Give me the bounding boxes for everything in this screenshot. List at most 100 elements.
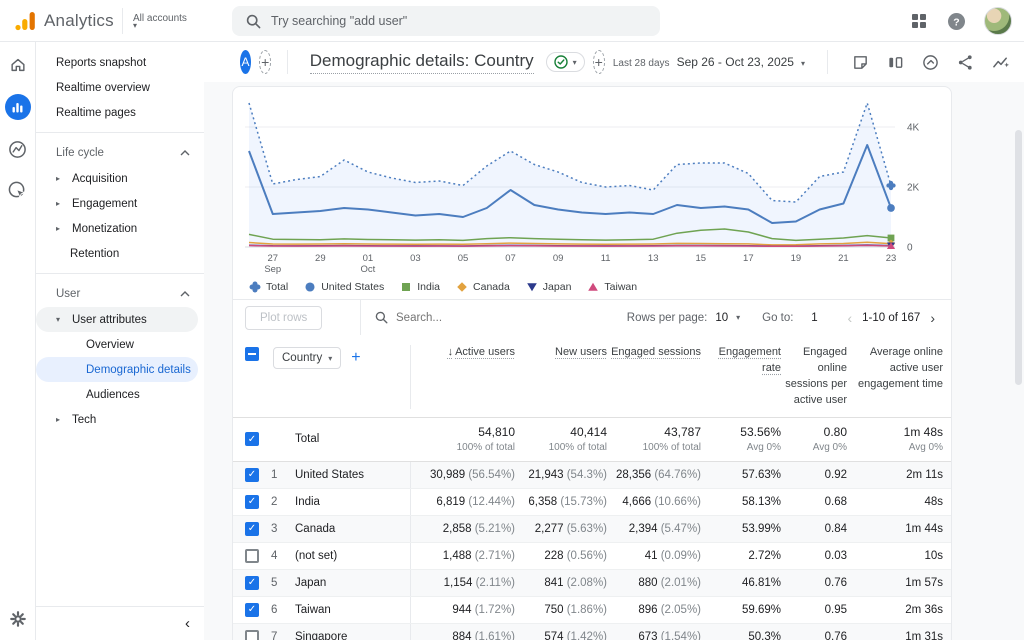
table-search-input[interactable] bbox=[396, 312, 526, 324]
sidebar-item-monetization[interactable]: ▸Monetization bbox=[36, 216, 204, 241]
row-checkbox[interactable] bbox=[245, 630, 259, 640]
pagination-range: 1-10 of 167 bbox=[862, 312, 920, 324]
date-range-picker[interactable]: Last 28 days Sep 26 - Oct 23, 2025 ▾ bbox=[613, 55, 805, 69]
metric-cell: 21,943 (54.3%) bbox=[517, 469, 609, 481]
sidebar-section-life-cycle[interactable]: Life cycle bbox=[36, 140, 204, 166]
legend-item-total[interactable]: Total bbox=[249, 281, 288, 293]
share-icon[interactable] bbox=[955, 52, 976, 73]
chevron-up-icon bbox=[180, 291, 190, 297]
sidebar-section-user[interactable]: User bbox=[36, 281, 204, 307]
sidebar-item-engagement[interactable]: ▸Engagement bbox=[36, 191, 204, 216]
table-row-singapore: 7Singapore884 (1.61%)574 (1.42%)673 (1.5… bbox=[233, 624, 951, 640]
legend-item-united-states[interactable]: United States bbox=[304, 281, 384, 293]
collapse-sidenav-button[interactable]: ‹ bbox=[185, 615, 190, 632]
x-axis-tick: 29 bbox=[315, 253, 326, 264]
admin-gear-icon[interactable] bbox=[7, 608, 29, 630]
triangle-down-marker bbox=[527, 283, 537, 291]
chevron-down-icon[interactable]: ▾ bbox=[736, 313, 740, 322]
sidebar-item-reports-snapshot[interactable]: Reports snapshot bbox=[36, 50, 204, 75]
legend-item-japan[interactable]: Japan bbox=[526, 281, 572, 293]
x-axis-tick: 01 bbox=[363, 253, 374, 264]
column-header-new-users[interactable]: New users bbox=[555, 346, 607, 358]
insights-icon[interactable] bbox=[990, 52, 1012, 73]
sidebar-item-overview[interactable]: Overview bbox=[36, 332, 204, 357]
metric-cell: 2.72% bbox=[703, 550, 783, 562]
y-axis-tick: 4K bbox=[907, 123, 920, 134]
row-checkbox[interactable]: ✓ bbox=[245, 603, 259, 617]
sidebar-item-acquisition[interactable]: ▸Acquisition bbox=[36, 166, 204, 191]
sidebar-item-retention[interactable]: Retention bbox=[36, 241, 204, 266]
goto-page-input[interactable] bbox=[801, 312, 827, 324]
clover-marker bbox=[250, 282, 261, 293]
legend-item-india[interactable]: India bbox=[400, 281, 440, 293]
chevron-down-icon: ▾ bbox=[801, 59, 805, 68]
sidebar-item-realtime-pages[interactable]: Realtime pages bbox=[36, 100, 204, 125]
row-checkbox[interactable]: ✓ bbox=[245, 468, 259, 482]
add-comparison-button[interactable]: + bbox=[259, 50, 271, 74]
metric-cell: 28,356 (64.76%) bbox=[609, 469, 703, 481]
row-rank: 5 bbox=[271, 577, 295, 589]
column-header-engaged-sessions[interactable]: Engaged sessions bbox=[611, 346, 701, 358]
legend-item-canada[interactable]: Canada bbox=[456, 281, 510, 293]
sidebar-item-tech[interactable]: ▸Tech bbox=[36, 407, 204, 432]
dimension-dropdown[interactable]: Country ▾ bbox=[273, 347, 341, 369]
column-header-engagement-rate[interactable]: Engagement rate bbox=[719, 346, 781, 374]
column-header-cell: Average online active user engagement ti… bbox=[849, 345, 945, 393]
sidebar-item-audiences[interactable]: Audiences bbox=[36, 382, 204, 407]
previous-page-icon[interactable]: ‹ bbox=[845, 310, 854, 326]
row-rank: 2 bbox=[271, 496, 295, 508]
next-page-icon[interactable]: › bbox=[928, 310, 937, 326]
triangle-up-icon bbox=[587, 281, 599, 293]
explore-icon[interactable] bbox=[6, 138, 29, 161]
total-value: 1m 48s bbox=[849, 425, 943, 439]
line-chart-svg[interactable]: 02K4K27Sep2901Oct0305070911131517192123 bbox=[245, 97, 939, 277]
x-axis-tick: 13 bbox=[648, 253, 659, 264]
column-header-cell: ↓Active users bbox=[411, 345, 517, 361]
sidebar-item-user-attributes[interactable]: ▾User attributes bbox=[36, 307, 198, 332]
help-icon[interactable]: ? bbox=[945, 10, 968, 33]
sidebar-item-demographic-details[interactable]: Demographic details bbox=[36, 357, 198, 382]
plot-rows-button[interactable]: Plot rows bbox=[245, 306, 322, 330]
add-report-tab-button[interactable]: + bbox=[593, 50, 605, 74]
report-status-badge[interactable]: ▾ bbox=[546, 52, 585, 72]
property-avatar[interactable]: A bbox=[240, 50, 251, 74]
report-title[interactable]: Demographic details: Country bbox=[310, 51, 534, 74]
row-checkbox[interactable]: ✓ bbox=[245, 495, 259, 509]
apps-grid-icon[interactable] bbox=[909, 11, 929, 31]
column-header-cell: New users bbox=[517, 345, 609, 361]
column-header-cell: Engaged sessions bbox=[609, 345, 703, 361]
column-header-active-users[interactable]: ↓Active users bbox=[448, 346, 515, 358]
search-placeholder: Try searching "add user" bbox=[271, 14, 407, 28]
global-search-input[interactable]: Try searching "add user" bbox=[232, 6, 660, 36]
circle-icon bbox=[304, 281, 316, 293]
row-checkbox[interactable]: ✓ bbox=[245, 522, 259, 536]
row-checkbox[interactable] bbox=[245, 549, 259, 563]
total-cell: 1m 48sAvg 0% bbox=[849, 425, 945, 453]
vertical-scrollbar[interactable] bbox=[1015, 130, 1022, 385]
sidebar-item-realtime-overview[interactable]: Realtime overview bbox=[36, 75, 204, 100]
notes-icon[interactable] bbox=[850, 52, 871, 73]
chart-legend: Total United States India Canada Japan Taiwan bbox=[245, 277, 939, 299]
select-all-checkbox[interactable] bbox=[245, 347, 259, 361]
triangle-down-icon bbox=[526, 281, 538, 293]
reports-icon[interactable] bbox=[5, 94, 31, 120]
total-cell: 40,414100% of total bbox=[517, 425, 609, 453]
user-avatar[interactable] bbox=[984, 7, 1012, 35]
rows-per-page-select[interactable]: 10 bbox=[715, 312, 728, 324]
reset-icon[interactable] bbox=[920, 52, 941, 73]
table-controls: Plot rows Rows per page: 10 ▾ Go to: bbox=[233, 299, 951, 335]
column-header-engaged-online-sessions-per-active-user: Engaged online sessions per active user bbox=[785, 346, 847, 406]
home-icon[interactable] bbox=[7, 54, 29, 76]
legend-item-taiwan[interactable]: Taiwan bbox=[587, 281, 637, 293]
legend-label: Taiwan bbox=[604, 281, 637, 293]
advertising-icon[interactable] bbox=[6, 179, 29, 202]
comparison-icon[interactable] bbox=[885, 52, 906, 73]
add-dimension-button[interactable]: + bbox=[351, 349, 360, 367]
row-checkbox[interactable]: ✓ bbox=[245, 576, 259, 590]
account-switcher[interactable]: All accounts ▾ bbox=[123, 13, 219, 28]
total-value: 43,787 bbox=[609, 425, 701, 439]
rows-per-page-label: Rows per page: bbox=[627, 312, 708, 324]
metric-cell: 1m 31s bbox=[849, 631, 945, 640]
total-row-checkbox[interactable]: ✓ bbox=[245, 432, 259, 446]
table-row-canada: ✓3Canada2,858 (5.21%)2,277 (5.63%)2,394 … bbox=[233, 516, 951, 543]
